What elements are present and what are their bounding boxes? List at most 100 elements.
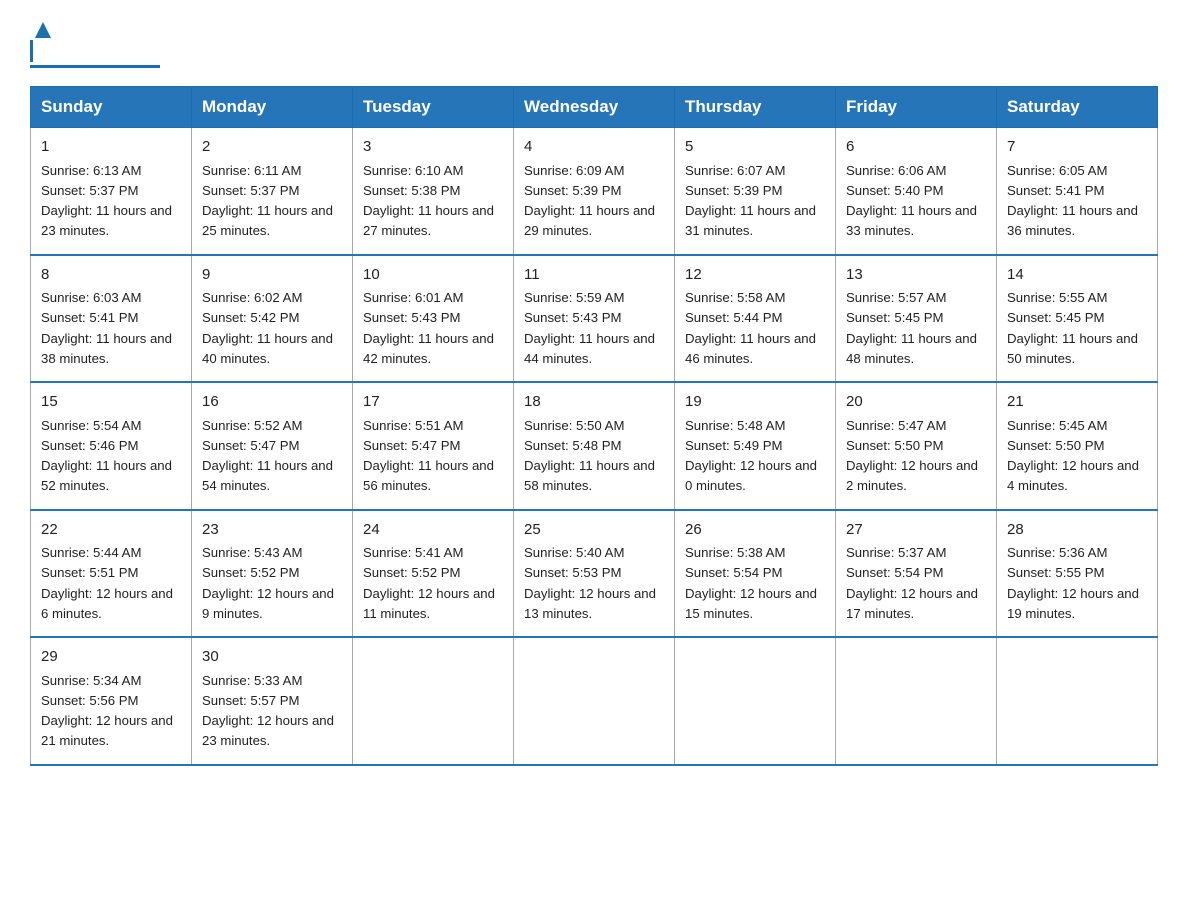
calendar-cell: 8 Sunrise: 6:03 AMSunset: 5:41 PMDaylight…	[31, 255, 192, 383]
day-number: 7	[1007, 136, 1147, 159]
calendar-cell	[514, 637, 675, 765]
day-info: Sunrise: 5:47 AMSunset: 5:50 PMDaylight:…	[846, 418, 978, 494]
day-info: Sunrise: 5:59 AMSunset: 5:43 PMDaylight:…	[524, 290, 655, 366]
calendar-cell: 4 Sunrise: 6:09 AMSunset: 5:39 PMDaylight…	[514, 128, 675, 255]
calendar-cell: 5Sunrise: 6:07 AMSunset: 5:39 PMDaylight…	[675, 128, 836, 255]
day-info: Sunrise: 5:58 AMSunset: 5:44 PMDaylight:…	[685, 290, 816, 366]
logo-triangle-icon	[33, 20, 53, 40]
day-number: 11	[524, 264, 664, 287]
calendar-table: SundayMondayTuesdayWednesdayThursdayFrid…	[30, 86, 1158, 766]
day-info: Sunrise: 5:43 AMSunset: 5:52 PMDaylight:…	[202, 545, 334, 621]
day-number: 23	[202, 519, 342, 542]
header	[30, 20, 1158, 68]
day-number: 28	[1007, 519, 1147, 542]
day-number: 6	[846, 136, 986, 159]
day-number: 19	[685, 391, 825, 414]
calendar-week-row: 29Sunrise: 5:34 AMSunset: 5:56 PMDayligh…	[31, 637, 1158, 765]
calendar-cell: 9 Sunrise: 6:02 AMSunset: 5:42 PMDaylight…	[192, 255, 353, 383]
day-info: Sunrise: 5:44 AMSunset: 5:51 PMDaylight:…	[41, 545, 173, 621]
day-number: 21	[1007, 391, 1147, 414]
calendar-cell: 3 Sunrise: 6:10 AMSunset: 5:38 PMDaylight…	[353, 128, 514, 255]
calendar-cell: 1 Sunrise: 6:13 AMSunset: 5:37 PMDaylight…	[31, 128, 192, 255]
calendar-cell: 12 Sunrise: 5:58 AMSunset: 5:44 PMDayligh…	[675, 255, 836, 383]
calendar-cell: 25 Sunrise: 5:40 AMSunset: 5:53 PMDayligh…	[514, 510, 675, 638]
calendar-week-row: 8 Sunrise: 6:03 AMSunset: 5:41 PMDaylight…	[31, 255, 1158, 383]
day-number: 17	[363, 391, 503, 414]
calendar-cell: 17 Sunrise: 5:51 AMSunset: 5:47 PMDayligh…	[353, 382, 514, 510]
calendar-cell	[836, 637, 997, 765]
day-number: 18	[524, 391, 664, 414]
calendar-cell: 30 Sunrise: 5:33 AMSunset: 5:57 PMDayligh…	[192, 637, 353, 765]
day-info: Sunrise: 5:55 AMSunset: 5:45 PMDaylight:…	[1007, 290, 1138, 366]
day-number: 9	[202, 264, 342, 287]
calendar-week-row: 15 Sunrise: 5:54 AMSunset: 5:46 PMDayligh…	[31, 382, 1158, 510]
day-header-thursday: Thursday	[675, 87, 836, 128]
day-info: Sunrise: 5:37 AMSunset: 5:54 PMDaylight:…	[846, 545, 978, 621]
calendar-cell: 26 Sunrise: 5:38 AMSunset: 5:54 PMDayligh…	[675, 510, 836, 638]
day-number: 3	[363, 136, 503, 159]
day-number: 8	[41, 264, 181, 287]
calendar-cell: 22Sunrise: 5:44 AMSunset: 5:51 PMDayligh…	[31, 510, 192, 638]
day-info: Sunrise: 5:36 AMSunset: 5:55 PMDaylight:…	[1007, 545, 1139, 621]
day-info: Sunrise: 6:11 AMSunset: 5:37 PMDaylight:…	[202, 163, 333, 239]
day-info: Sunrise: 5:41 AMSunset: 5:52 PMDaylight:…	[363, 545, 495, 621]
day-info: Sunrise: 6:05 AMSunset: 5:41 PMDaylight:…	[1007, 163, 1138, 239]
day-info: Sunrise: 5:50 AMSunset: 5:48 PMDaylight:…	[524, 418, 655, 494]
calendar-cell: 27Sunrise: 5:37 AMSunset: 5:54 PMDayligh…	[836, 510, 997, 638]
day-info: Sunrise: 5:33 AMSunset: 5:57 PMDaylight:…	[202, 673, 334, 749]
day-number: 1	[41, 136, 181, 159]
day-number: 26	[685, 519, 825, 542]
day-number: 4	[524, 136, 664, 159]
calendar-cell: 15 Sunrise: 5:54 AMSunset: 5:46 PMDayligh…	[31, 382, 192, 510]
day-number: 2	[202, 136, 342, 159]
calendar-header-row: SundayMondayTuesdayWednesdayThursdayFrid…	[31, 87, 1158, 128]
day-info: Sunrise: 5:38 AMSunset: 5:54 PMDaylight:…	[685, 545, 817, 621]
day-number: 30	[202, 646, 342, 669]
day-header-friday: Friday	[836, 87, 997, 128]
day-info: Sunrise: 6:02 AMSunset: 5:42 PMDaylight:…	[202, 290, 333, 366]
day-info: Sunrise: 5:45 AMSunset: 5:50 PMDaylight:…	[1007, 418, 1139, 494]
day-header-monday: Monday	[192, 87, 353, 128]
day-info: Sunrise: 5:51 AMSunset: 5:47 PMDaylight:…	[363, 418, 494, 494]
day-info: Sunrise: 6:10 AMSunset: 5:38 PMDaylight:…	[363, 163, 494, 239]
calendar-cell: 18 Sunrise: 5:50 AMSunset: 5:48 PMDayligh…	[514, 382, 675, 510]
day-number: 5	[685, 136, 825, 159]
day-info: Sunrise: 6:03 AMSunset: 5:41 PMDaylight:…	[41, 290, 172, 366]
day-info: Sunrise: 5:57 AMSunset: 5:45 PMDaylight:…	[846, 290, 977, 366]
calendar-week-row: 1 Sunrise: 6:13 AMSunset: 5:37 PMDaylight…	[31, 128, 1158, 255]
calendar-cell: 7 Sunrise: 6:05 AMSunset: 5:41 PMDaylight…	[997, 128, 1158, 255]
calendar-cell: 28 Sunrise: 5:36 AMSunset: 5:55 PMDayligh…	[997, 510, 1158, 638]
day-number: 10	[363, 264, 503, 287]
day-number: 20	[846, 391, 986, 414]
day-header-wednesday: Wednesday	[514, 87, 675, 128]
day-info: Sunrise: 5:54 AMSunset: 5:46 PMDaylight:…	[41, 418, 172, 494]
calendar-cell: 6 Sunrise: 6:06 AMSunset: 5:40 PMDaylight…	[836, 128, 997, 255]
calendar-cell: 20 Sunrise: 5:47 AMSunset: 5:50 PMDayligh…	[836, 382, 997, 510]
day-number: 15	[41, 391, 181, 414]
page: SundayMondayTuesdayWednesdayThursdayFrid…	[0, 0, 1188, 796]
day-info: Sunrise: 6:13 AMSunset: 5:37 PMDaylight:…	[41, 163, 172, 239]
day-info: Sunrise: 5:40 AMSunset: 5:53 PMDaylight:…	[524, 545, 656, 621]
calendar-cell: 16 Sunrise: 5:52 AMSunset: 5:47 PMDayligh…	[192, 382, 353, 510]
calendar-cell: 21 Sunrise: 5:45 AMSunset: 5:50 PMDayligh…	[997, 382, 1158, 510]
day-info: Sunrise: 6:09 AMSunset: 5:39 PMDaylight:…	[524, 163, 655, 239]
day-number: 12	[685, 264, 825, 287]
calendar-cell	[675, 637, 836, 765]
calendar-cell: 19Sunrise: 5:48 AMSunset: 5:49 PMDayligh…	[675, 382, 836, 510]
day-number: 25	[524, 519, 664, 542]
calendar-cell: 24Sunrise: 5:41 AMSunset: 5:52 PMDayligh…	[353, 510, 514, 638]
day-number: 16	[202, 391, 342, 414]
day-info: Sunrise: 5:52 AMSunset: 5:47 PMDaylight:…	[202, 418, 333, 494]
day-info: Sunrise: 6:06 AMSunset: 5:40 PMDaylight:…	[846, 163, 977, 239]
logo-underline	[30, 65, 160, 68]
day-info: Sunrise: 6:01 AMSunset: 5:43 PMDaylight:…	[363, 290, 494, 366]
calendar-cell	[997, 637, 1158, 765]
calendar-cell: 10 Sunrise: 6:01 AMSunset: 5:43 PMDayligh…	[353, 255, 514, 383]
calendar-cell: 29Sunrise: 5:34 AMSunset: 5:56 PMDayligh…	[31, 637, 192, 765]
calendar-cell: 23 Sunrise: 5:43 AMSunset: 5:52 PMDayligh…	[192, 510, 353, 638]
day-header-sunday: Sunday	[31, 87, 192, 128]
day-header-saturday: Saturday	[997, 87, 1158, 128]
day-number: 14	[1007, 264, 1147, 287]
day-header-tuesday: Tuesday	[353, 87, 514, 128]
day-number: 13	[846, 264, 986, 287]
